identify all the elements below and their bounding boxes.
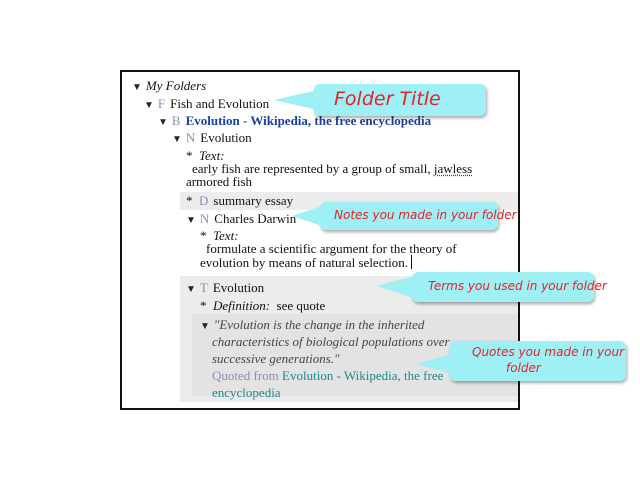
quote-text-line2: characteristics of biological population… [212,334,450,349]
note-title: Charles Darwin [214,211,297,226]
folder-title: Fish and Evolution [170,96,270,111]
expand-triangle-icon[interactable]: ▼ [200,321,210,332]
quote-source: Quoted from Evolution - Wikipedia, the f… [212,368,443,384]
root-label: My Folders [145,78,207,93]
note-title: Evolution [200,130,252,145]
note-type-icon: N [185,130,196,145]
callout-text: Folder Title [334,88,441,110]
quote-source-link-line2[interactable]: encyclopedia [212,385,281,401]
misspelled-word: jawless [433,161,473,176]
callout-text: folder [506,361,541,375]
term-title: Evolution [212,280,265,295]
callout-pointer-icon [274,90,318,110]
folder-type-icon: F [157,96,166,111]
callout-pointer-icon [416,354,452,374]
callout-notes: Notes you made in your folder [320,202,517,230]
callout-text: Quotes you made in your [472,345,625,359]
term-type-icon: T [199,280,208,295]
expand-triangle-icon[interactable]: ▼ [186,284,196,295]
quote-source-prefix: Quoted from [212,368,283,383]
callout-text: Terms you used in your folder [428,279,607,293]
bullet: * [186,193,193,208]
term-definition-row: * Definition: see quote [200,298,325,314]
note-text: formulate a scientific argument for the … [206,241,457,256]
folder-item[interactable]: ▼ F Fish and Evolution [144,96,269,114]
definition-value: see quote [276,298,326,313]
term-item[interactable]: ▼ T Evolution [186,280,264,298]
callout-text: Notes you made in your folder [334,208,517,222]
note-text-line2: armored fish [186,174,252,190]
definition-label: Definition: [213,298,271,313]
bullet: * [200,298,207,313]
callout-pointer-icon [376,276,414,298]
bookmark-type-icon: B [171,113,181,128]
expand-triangle-icon[interactable]: ▼ [144,100,154,111]
note-item-evolution[interactable]: ▼ N Evolution [172,130,252,148]
expand-triangle-icon[interactable]: ▼ [172,134,182,145]
quote-item[interactable]: ▼ "Evolution is the change in the inherit… [200,317,424,335]
expand-triangle-icon[interactable]: ▼ [158,117,168,128]
text-cursor [410,255,412,269]
document-type-icon: D [199,193,209,208]
note-text-editable-line2[interactable]: evolution by means of natural selection. [200,255,412,271]
note-text: armored fish [186,174,253,189]
note-type-icon: N [199,211,210,226]
expand-triangle-icon[interactable]: ▼ [186,215,196,226]
document-title: summary essay [213,193,294,208]
document-item[interactable]: * Dsummary essay [186,193,293,209]
expand-triangle-icon[interactable]: ▼ [132,82,142,93]
note-item-darwin[interactable]: ▼ N Charles Darwin [186,211,296,229]
quote-text-line3: successive generations." [212,351,340,366]
note-text: evolution by means of natural selection. [200,255,408,270]
quote-text: "Evolution is the change in the inherite… [213,317,425,332]
callout-folder-title: Folder Title [314,84,486,116]
callout-pointer-icon [292,206,322,226]
callout-terms: Terms you used in your folder [412,272,607,302]
tree-root[interactable]: ▼ My Folders [132,78,206,96]
callout-quotes: Quotes you made in your folder [450,341,626,381]
